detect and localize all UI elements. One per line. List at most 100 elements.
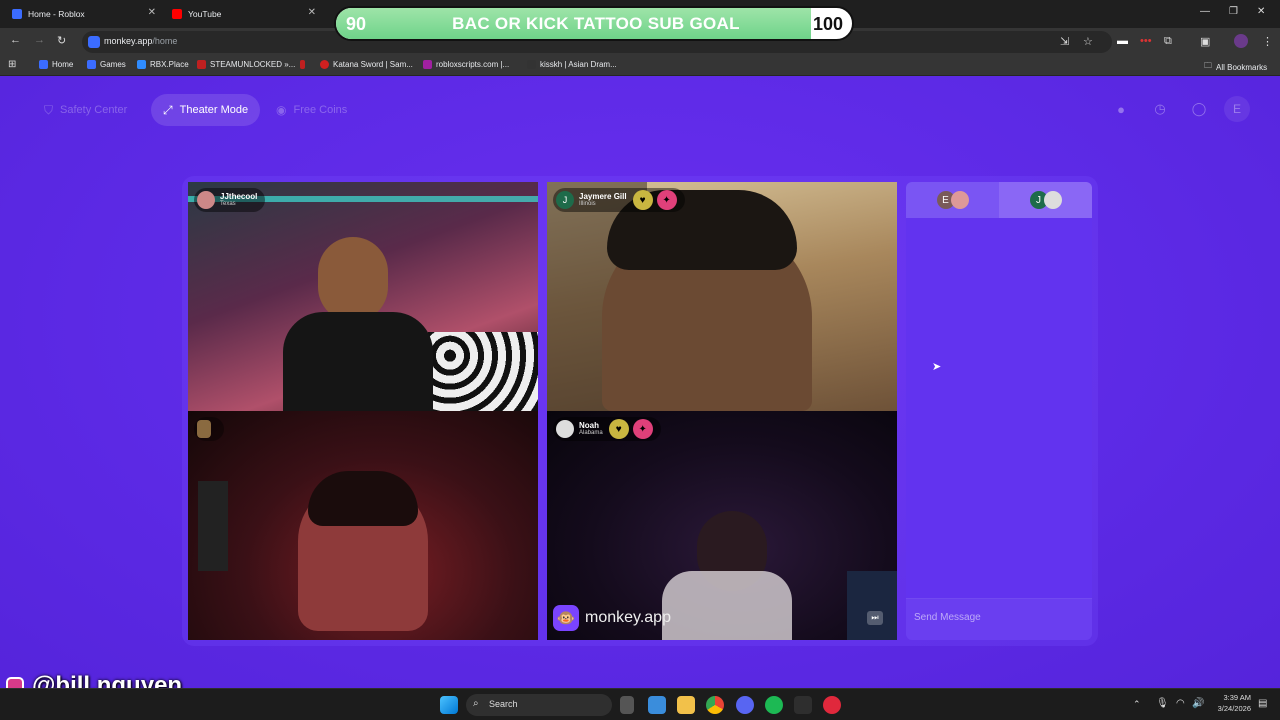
scripts-icon xyxy=(423,60,432,69)
person-hair xyxy=(308,471,418,526)
tab-title: YouTube xyxy=(188,9,222,19)
kisskh-icon xyxy=(527,60,536,69)
chat-tab-1[interactable]: E xyxy=(906,182,999,218)
notification-icon[interactable]: ▤ xyxy=(1258,698,1267,709)
site-info-icon[interactable] xyxy=(88,36,100,48)
extension-icon[interactable]: ••• xyxy=(1140,35,1152,47)
video-tile[interactable] xyxy=(188,411,538,640)
coin-balance-icon[interactable]: ● xyxy=(1108,96,1134,122)
heart-icon[interactable]: ♥ xyxy=(632,190,653,210)
all-bookmarks[interactable]: 🗀 All Bookmarks xyxy=(1204,60,1267,74)
rbx-place-icon xyxy=(137,60,146,69)
avatar: J xyxy=(556,191,574,209)
close-icon[interactable]: ✕ xyxy=(308,7,316,18)
goal-title: BAC OR KICK TATTOO SUB GOAL xyxy=(452,14,740,33)
chat-tab-2[interactable]: J xyxy=(999,182,1092,218)
sub-goal-bar: 90 BAC OR KICK TATTOO SUB GOAL 100 xyxy=(334,6,854,41)
chrome-icon[interactable] xyxy=(706,696,724,714)
minimize-icon[interactable]: — xyxy=(1200,6,1210,17)
install-app-icon[interactable]: ⇲ xyxy=(1060,35,1069,48)
gift-icon[interactable]: ✦ xyxy=(632,419,653,439)
mouse-cursor-icon: ➤ xyxy=(932,361,942,373)
tab-youtube[interactable]: YouTube ✕ xyxy=(166,3,322,25)
bookmark-item[interactable]: Katana Sword | Sam... xyxy=(320,60,413,69)
roblox-icon xyxy=(12,9,22,19)
user-badge: J Jaymere Gill Illinois ♥ ✦ xyxy=(553,188,685,212)
close-icon[interactable]: ✕ xyxy=(148,7,156,18)
expand-icon: ⤢ xyxy=(163,102,173,117)
free-coins-button[interactable]: ◉ Free Coins xyxy=(264,94,359,126)
gift-icon[interactable]: ✦ xyxy=(656,190,677,210)
monkey-logo-icon: 🐵 xyxy=(553,605,579,631)
video-tile[interactable]: Noah Alabama ♥ ✦ 🐵 monkey.app ⏭ xyxy=(547,411,897,640)
bookmark-star-icon[interactable]: ☆ xyxy=(1083,35,1093,48)
monkey-app-watermark: 🐵 monkey.app xyxy=(553,605,671,631)
user-badge xyxy=(194,417,224,441)
coins-icon: ◉ xyxy=(276,103,287,117)
opera-icon[interactable] xyxy=(823,696,841,714)
forward-icon[interactable]: → xyxy=(34,34,45,46)
url-text: monkey.app/home xyxy=(104,36,178,46)
avatar xyxy=(950,191,969,209)
tab-roblox[interactable]: Home - Roblox ✕ xyxy=(6,3,162,25)
bookmark-item[interactable] xyxy=(300,60,309,69)
youtube-icon xyxy=(172,9,182,19)
widgets-icon[interactable] xyxy=(648,696,666,714)
roblox-icon xyxy=(87,60,96,69)
person-head xyxy=(318,237,388,322)
video-tile[interactable]: J Jaymere Gill Illinois ♥ ✦ xyxy=(547,182,897,411)
wifi-icon[interactable]: ◠ xyxy=(1176,698,1185,709)
profile-button[interactable]: E xyxy=(1224,96,1250,122)
extension-icon[interactable]: ▬ xyxy=(1117,35,1128,47)
bookmark-item[interactable]: kisskh | Asian Dram... xyxy=(527,60,617,69)
apps-grid-icon[interactable]: ⊞ xyxy=(8,59,16,70)
discord-icon[interactable] xyxy=(736,696,754,714)
bookmark-item[interactable]: robloxscripts.com |... xyxy=(423,60,509,69)
user-badge: JJthecool Texas xyxy=(194,188,266,212)
app-icon[interactable] xyxy=(794,696,812,714)
menu-dots-icon[interactable]: ⋮ xyxy=(1262,35,1273,48)
file-explorer-icon[interactable] xyxy=(677,696,695,714)
close-window-icon[interactable]: ✕ xyxy=(1257,6,1265,17)
message-input[interactable]: Send Message xyxy=(906,598,1092,640)
avatar xyxy=(197,191,215,209)
bookmark-item[interactable]: Home xyxy=(39,60,73,69)
goal-end-value: 100 xyxy=(812,14,843,34)
restore-icon[interactable]: ❐ xyxy=(1229,6,1238,17)
extensions-puzzle-icon[interactable]: ⧉ xyxy=(1164,35,1172,48)
clock[interactable]: 3:39 AM 3/24/2026 xyxy=(1207,692,1251,714)
skip-icon[interactable]: ⏭ xyxy=(867,611,883,625)
tab-title: Home - Roblox xyxy=(28,9,85,19)
chat-bubble-icon[interactable]: ◯ xyxy=(1186,96,1212,122)
person-body xyxy=(283,312,433,411)
bookmark-item[interactable]: RBX.Place xyxy=(137,60,189,69)
back-icon[interactable]: ← xyxy=(10,34,21,46)
user-badge: Noah Alabama ♥ ✦ xyxy=(553,417,661,441)
history-icon[interactable]: ◷ xyxy=(1147,96,1173,122)
roblox-icon xyxy=(39,60,48,69)
microphone-icon[interactable]: 🎙 xyxy=(1156,698,1169,709)
anonymous-icon xyxy=(197,420,211,438)
theater-mode-button[interactable]: ⤢ Theater Mode xyxy=(151,94,261,126)
volume-icon[interactable]: 🔊 xyxy=(1192,698,1204,709)
chevron-up-icon[interactable]: ⌃ xyxy=(1133,699,1141,710)
chat-panel: E J Send Message xyxy=(906,182,1092,640)
bookmark-item[interactable]: STEAMUNLOCKED »... xyxy=(197,60,295,69)
reload-icon[interactable]: ↻ xyxy=(57,34,66,47)
profile-avatar-icon[interactable] xyxy=(1234,34,1248,48)
windows-start-icon[interactable] xyxy=(440,696,458,714)
spotify-icon[interactable] xyxy=(765,696,783,714)
microphone xyxy=(198,481,228,571)
leopard-bed xyxy=(428,332,538,411)
heart-icon[interactable]: ♥ xyxy=(608,419,629,439)
taskbar: ⌕ Search ⌃ 🎙 ◠ 🔊 3:39 AM 3/24/2026 ▤ xyxy=(0,688,1280,720)
bookmark-item[interactable]: Games xyxy=(87,60,126,69)
monkey-app-page: ⛉ Safety Center ⤢ Theater Mode ◉ Free Co… xyxy=(0,76,1280,688)
avatar xyxy=(556,420,574,438)
taskbar-search[interactable]: ⌕ Search xyxy=(466,694,612,716)
task-view-icon[interactable] xyxy=(620,696,634,714)
bookmarks-bar: ⊞ Home Games RBX.Place STEAMUNLOCKED »..… xyxy=(0,56,1280,76)
safety-center-button[interactable]: ⛉ Safety Center xyxy=(32,94,139,126)
video-tile[interactable]: JJthecool Texas xyxy=(188,182,538,411)
side-panel-icon[interactable]: ▣ xyxy=(1200,35,1210,48)
